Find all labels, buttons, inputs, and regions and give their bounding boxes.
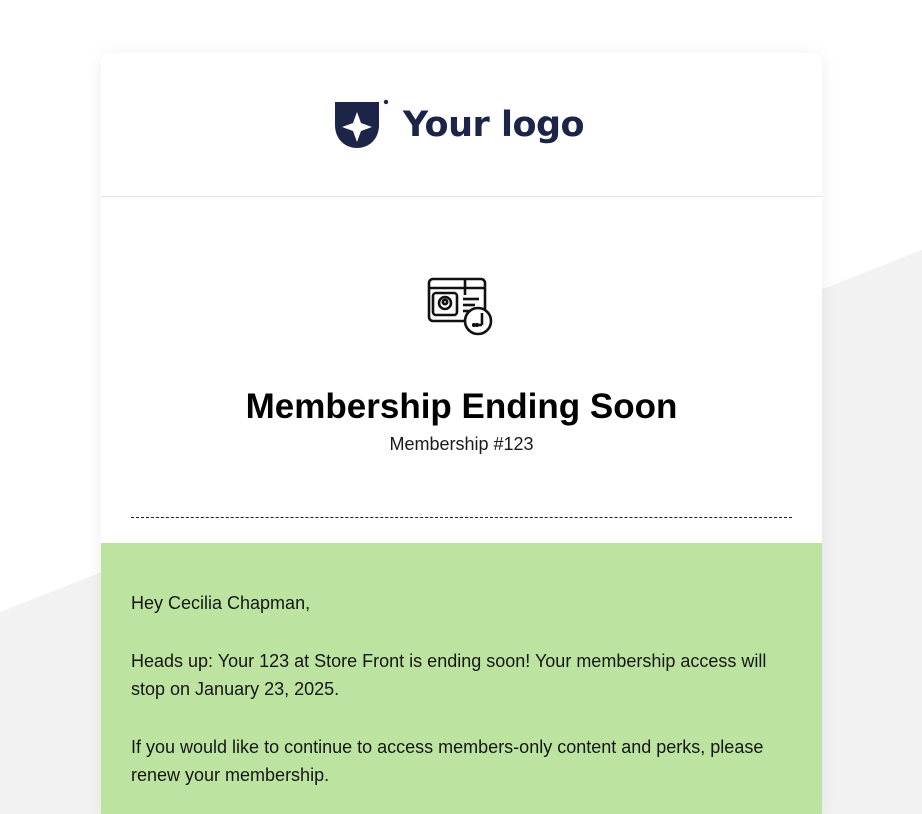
hero-section: Membership Ending Soon Membership #123 (101, 197, 822, 543)
shield-star-icon (334, 99, 389, 148)
email-header: Your logo (101, 53, 822, 197)
email-card: Your logo Membership Ending Soon Members… (101, 53, 822, 814)
message-paragraph-1: Heads up: Your 123 at Store Front is end… (131, 651, 767, 699)
message-paragraph-2: If you would like to continue to access … (131, 737, 764, 785)
message-panel: Hey Cecilia Chapman, Heads up: Your 123 … (101, 543, 822, 814)
logo-text: Your logo (402, 104, 585, 145)
divider (131, 517, 792, 518)
membership-card-clock-icon (427, 277, 493, 336)
brand-logo[interactable]: Your logo (333, 99, 585, 151)
page-title: Membership Ending Soon (245, 387, 678, 426)
greeting-text: Hey Cecilia Chapman, (131, 593, 311, 613)
membership-number: Membership #123 (389, 434, 534, 454)
